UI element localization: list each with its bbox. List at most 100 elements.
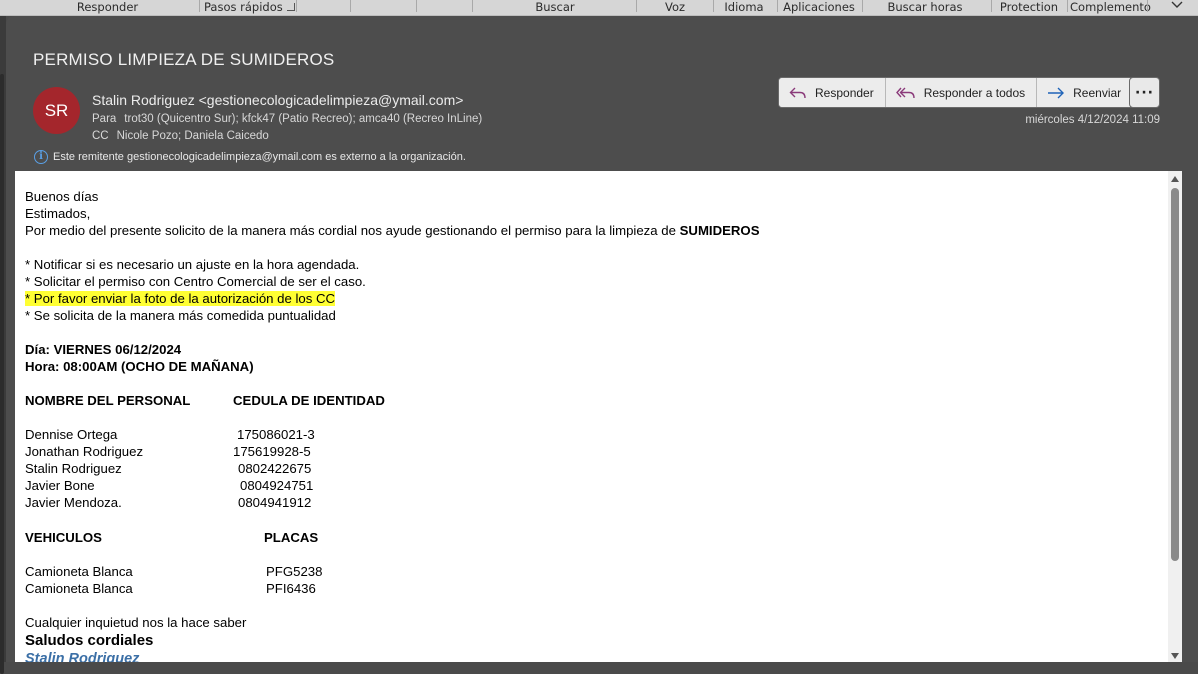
to-line: Para trot30 (Quicentro Sur); kfck47 (Pati… (92, 113, 482, 125)
ribbon-separator (350, 0, 351, 12)
forward-label: Reenviar (1073, 85, 1122, 100)
schedule-hour: Hora: 08:00AM (OCHO DE MAÑANA) (25, 359, 254, 374)
message-body-text: Buenos días Estimados, Por medio del pre… (25, 188, 760, 662)
bullet-item: * Se solicita de la manera más comedida … (25, 308, 336, 323)
personnel-row: Dennise Ortega 175086021-3 (25, 426, 760, 443)
ribbon-separator (1067, 0, 1068, 12)
vehicle-type: Camioneta Blanca (25, 581, 133, 596)
salutation: Estimados, (25, 206, 91, 221)
closing-line: Cualquier inquietud nos la hace saber (25, 615, 247, 630)
intro-paragraph: Por medio del presente solicito de la ma… (25, 222, 760, 239)
ribbon-separator (472, 0, 473, 12)
personnel-id: 0804941912 (238, 495, 312, 510)
scrollbar-thumb[interactable] (1171, 188, 1179, 561)
personnel-id: 175619928-5 (233, 444, 311, 459)
scroll-up-arrow-icon[interactable] (1171, 176, 1179, 182)
signoff: Saludos cordiales (25, 632, 154, 649)
schedule-day: Día: VIERNES 06/12/2024 (25, 342, 182, 357)
personnel-name-header: NOMBRE DEL PERSONAL (25, 393, 191, 408)
bullet-item: * Solicitar el permiso con Centro Comerc… (25, 274, 366, 289)
signature-name: Stalin Rodriguez (25, 651, 140, 662)
vehicle-type-header: VEHICULOS (25, 530, 102, 545)
sender-name[interactable]: Stalin Rodriguez <gestionecologicadelimp… (92, 92, 463, 108)
info-icon: i (34, 150, 48, 164)
personnel-id: 175086021-3 (237, 427, 315, 442)
personnel-name: Dennise Ortega (25, 427, 118, 442)
ribbon-group-responder: Responder (76, 0, 139, 14)
ribbon-separator (636, 0, 637, 12)
vehicle-plate: PFG5238 (266, 564, 323, 579)
cc-label: CC (92, 130, 109, 142)
forward-button[interactable]: Reenviar (1037, 78, 1133, 107)
reply-label: Responder (815, 85, 874, 100)
personnel-header-row: NOMBRE DEL PERSONAL CEDULA DE IDENTIDAD (25, 392, 760, 409)
email-subject: PERMISO LIMPIEZA DE SUMIDEROS (33, 50, 335, 69)
forward-arrow-icon (1048, 87, 1065, 98)
bullet-item-highlighted: * Por favor enviar la foto de la autoriz… (25, 290, 760, 307)
body-scrollbar[interactable] (1168, 171, 1182, 662)
vehicle-plate-header: PLACAS (264, 530, 319, 545)
personnel-id: 0802422675 (238, 461, 312, 476)
personnel-row: Javier Mendoza. 0804941912 (25, 494, 760, 511)
external-sender-notice: i Este remitente gestionecologicadelimpi… (34, 150, 466, 164)
ribbon-separator (777, 0, 778, 12)
ribbon-separator (991, 0, 992, 12)
pane-right-edge (1182, 171, 1198, 662)
ribbon-group-label: Pasos rápidos (204, 0, 283, 14)
vehicle-plate: PFI6436 (266, 581, 316, 596)
dialog-launcher-icon[interactable] (286, 2, 295, 11)
greeting: Buenos días (25, 189, 99, 204)
to-label: Para (92, 113, 117, 125)
more-actions-button[interactable]: ··· (1129, 77, 1160, 108)
ribbon-group-voz: Voz (664, 0, 686, 14)
ribbon-group-pasos-rapidos: Pasos rápidos (204, 0, 296, 16)
ribbon-separator (713, 0, 714, 12)
chevron-down-icon[interactable] (1170, 0, 1184, 12)
message-datetime: miércoles 4/12/2024 11:09 (1025, 114, 1160, 126)
ribbon-group-buscar: Buscar (535, 0, 575, 14)
vehicle-row: Camioneta Blanca PFI6436 (25, 580, 760, 597)
ribbon-group-protection: Protection (999, 0, 1059, 14)
message-actions: Responder Responder a todos Reenviar (778, 77, 1134, 108)
intro-text: Por medio del presente solicito de la ma… (25, 223, 680, 238)
vehicle-header-row: VEHICULOS PLACAS (25, 529, 760, 546)
reply-button[interactable]: Responder (779, 78, 886, 107)
personnel-row: Javier Bone 0804924751 (25, 477, 760, 494)
personnel-name: Jonathan Rodriguez (25, 444, 144, 459)
cc-line: CC Nicole Pozo; Daniela Caicedo (92, 130, 269, 142)
intro-bold-text: SUMIDEROS (679, 223, 760, 238)
reply-all-button[interactable]: Responder a todos (885, 78, 1038, 107)
personnel-name: Javier Bone (25, 478, 95, 493)
reply-all-label: Responder a todos (923, 85, 1026, 100)
personnel-name: Stalin Rodriguez (25, 461, 122, 476)
external-notice-text: Este remitente gestionecologicadelimpiez… (53, 151, 466, 163)
personnel-id: 0804924751 (240, 478, 314, 493)
personnel-row: Stalin Rodriguez 0802422675 (25, 460, 760, 477)
ribbon-group-idioma: Idioma (724, 0, 764, 14)
scroll-down-arrow-icon[interactable] (1171, 653, 1179, 659)
message-body: Buenos días Estimados, Por medio del pre… (15, 171, 1168, 662)
reply-icon (789, 87, 806, 98)
ribbon-separator (862, 0, 863, 12)
ribbon-group-buscar-horas: Buscar horas (887, 0, 963, 14)
ribbon-group-complemento: Complemento (1070, 0, 1151, 14)
personnel-id-header: CEDULA DE IDENTIDAD (233, 393, 385, 408)
ribbon-separator (416, 0, 417, 12)
to-recipients[interactable]: trot30 (Quicentro Sur); kfck47 (Patio Re… (124, 113, 482, 125)
avatar[interactable]: SR (33, 87, 80, 134)
vehicle-row: Camioneta Blanca PFG5238 (25, 563, 760, 580)
pane-edge-mark (0, 74, 4, 674)
vehicle-type: Camioneta Blanca (25, 564, 133, 579)
bullet-item: * Notificar si es necesario un ajuste en… (25, 257, 360, 272)
reply-all-icon (895, 87, 915, 98)
reading-pane: PERMISO LIMPIEZA DE SUMIDEROS SR Stalin … (6, 16, 1198, 662)
ribbon-group-aplicaciones: Aplicaciones (783, 0, 855, 14)
ribbon-separator (296, 0, 297, 12)
ribbon-group-labels: Responder Pasos rápidos Buscar Voz Idiom… (0, 0, 1198, 16)
ribbon-separator (199, 0, 200, 12)
highlighted-text: * Por favor enviar la foto de la autoriz… (25, 291, 336, 306)
ribbon-separator (1147, 0, 1148, 12)
cc-recipients[interactable]: Nicole Pozo; Daniela Caicedo (117, 130, 269, 142)
personnel-row: Jonathan Rodriguez 175619928-5 (25, 443, 760, 460)
personnel-name: Javier Mendoza. (25, 495, 122, 510)
